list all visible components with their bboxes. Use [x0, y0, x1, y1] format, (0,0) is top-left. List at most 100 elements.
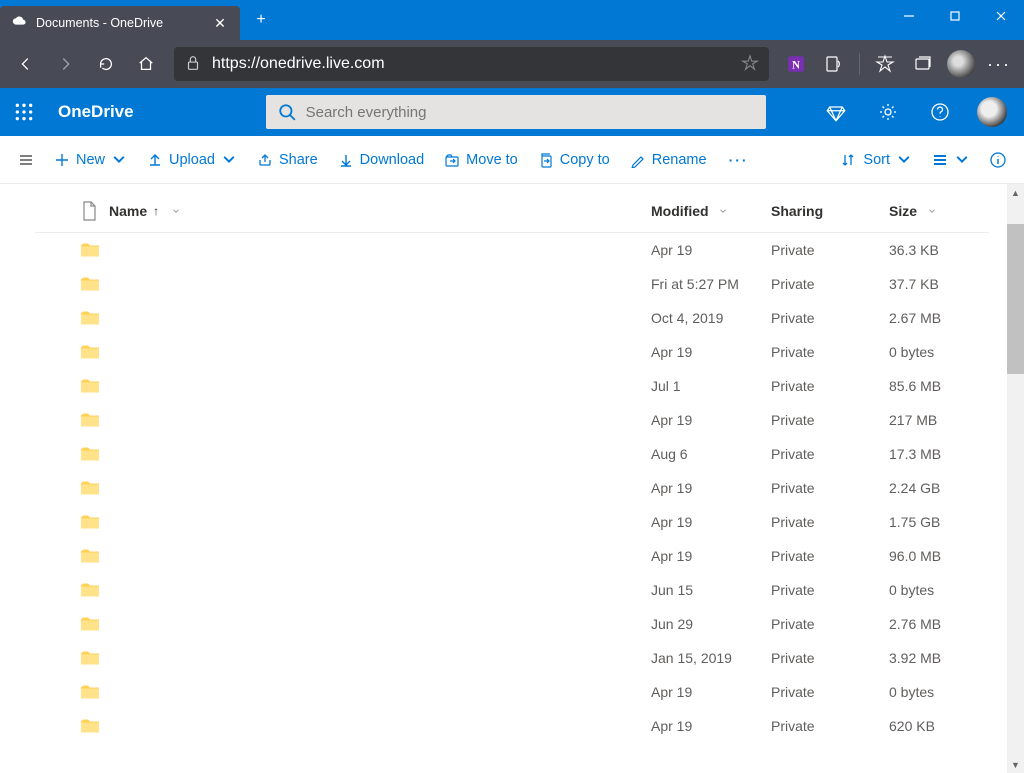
column-header-modified[interactable]: Modified [651, 203, 771, 219]
account-avatar[interactable] [972, 92, 1012, 132]
table-row[interactable]: Apr 19Private1.75 GB [35, 505, 989, 539]
table-row[interactable]: Apr 19Private620 KB [35, 709, 989, 743]
onenote-extension-icon[interactable] [779, 47, 813, 81]
name-header-label: Name [109, 203, 147, 219]
move-to-label: Move to [466, 152, 518, 168]
favorite-star-icon[interactable] [741, 54, 759, 75]
chevron-down-icon[interactable] [171, 206, 181, 216]
share-icon [257, 152, 273, 168]
reading-view-icon[interactable] [817, 47, 851, 81]
column-header-name[interactable]: Name ↑ [109, 203, 651, 219]
window-maximize-button[interactable] [932, 0, 978, 32]
home-button[interactable] [128, 46, 164, 82]
menu-more-icon[interactable]: ··· [982, 47, 1016, 81]
separator [859, 53, 860, 75]
table-row[interactable]: Apr 19Private0 bytes [35, 675, 989, 709]
folder-icon [81, 651, 109, 665]
table-row[interactable]: Oct 4, 2019Private2.67 MB [35, 301, 989, 335]
item-modified: Jun 29 [651, 616, 771, 632]
item-size: 0 bytes [889, 582, 989, 598]
app-launcher-icon[interactable] [12, 100, 36, 124]
onedrive-cloud-icon [12, 15, 28, 31]
search-box[interactable] [266, 95, 766, 129]
sort-button[interactable]: Sort [833, 143, 920, 177]
scroll-down-button[interactable]: ▼ [1007, 756, 1024, 773]
download-button[interactable]: Download [330, 143, 433, 177]
share-button[interactable]: Share [249, 143, 326, 177]
onedrive-header: OneDrive [0, 88, 1024, 136]
table-row[interactable]: Apr 19Private217 MB [35, 403, 989, 437]
settings-gear-icon[interactable] [868, 92, 908, 132]
item-modified: Apr 19 [651, 514, 771, 530]
sort-label: Sort [863, 152, 890, 168]
command-bar: New Upload Share Download Move to Copy t… [0, 136, 1024, 184]
browser-tab[interactable]: Documents - OneDrive ✕ [0, 6, 240, 40]
new-tab-button[interactable]: + [246, 5, 276, 35]
onedrive-brand[interactable]: OneDrive [58, 102, 134, 122]
sharing-header-label: Sharing [771, 203, 823, 219]
table-row[interactable]: Aug 6Private17.3 MB [35, 437, 989, 471]
item-size: 96.0 MB [889, 548, 989, 564]
info-icon [990, 152, 1006, 168]
move-to-button[interactable]: Move to [436, 143, 526, 177]
info-pane-button[interactable] [982, 143, 1014, 177]
folder-icon [81, 447, 109, 461]
premium-icon[interactable] [816, 92, 856, 132]
chevron-down-icon[interactable] [927, 206, 937, 216]
address-field[interactable]: https://onedrive.live.com [174, 47, 769, 81]
folder-icon [81, 413, 109, 427]
search-input[interactable] [306, 104, 754, 121]
browser-titlebar: Documents - OneDrive ✕ + [0, 0, 1024, 40]
scrollbar[interactable]: ▲ ▼ [1007, 184, 1024, 773]
item-size: 1.75 GB [889, 514, 989, 530]
table-row[interactable]: Fri at 5:27 PMPrivate37.7 KB [35, 267, 989, 301]
item-sharing: Private [771, 718, 889, 734]
table-row[interactable]: Apr 19Private0 bytes [35, 335, 989, 369]
upload-button[interactable]: Upload [139, 143, 245, 177]
table-row[interactable]: Jul 1Private85.6 MB [35, 369, 989, 403]
item-size: 2.67 MB [889, 310, 989, 326]
item-modified: Apr 19 [651, 548, 771, 564]
item-sharing: Private [771, 310, 889, 326]
scroll-up-button[interactable]: ▲ [1007, 184, 1024, 201]
move-to-icon [444, 152, 460, 168]
forward-button[interactable] [48, 46, 84, 82]
column-header-sharing[interactable]: Sharing [771, 203, 889, 219]
tab-close-icon[interactable]: ✕ [212, 15, 228, 31]
item-modified: Apr 19 [651, 480, 771, 496]
copy-to-button[interactable]: Copy to [530, 143, 618, 177]
new-button[interactable]: New [46, 143, 135, 177]
folder-icon [81, 311, 109, 325]
table-row[interactable]: Apr 19Private2.24 GB [35, 471, 989, 505]
table-row[interactable]: Jun 15Private0 bytes [35, 573, 989, 607]
table-row[interactable]: Jun 29Private2.76 MB [35, 607, 989, 641]
item-sharing: Private [771, 378, 889, 394]
favorites-icon[interactable] [868, 47, 902, 81]
collections-icon[interactable] [906, 47, 940, 81]
window-close-button[interactable] [978, 0, 1024, 32]
item-sharing: Private [771, 616, 889, 632]
help-icon[interactable] [920, 92, 960, 132]
folder-icon [81, 515, 109, 529]
nav-toggle-button[interactable] [10, 143, 42, 177]
item-modified: Apr 19 [651, 344, 771, 360]
item-size: 85.6 MB [889, 378, 989, 394]
browser-address-bar: https://onedrive.live.com ··· [0, 40, 1024, 88]
column-header-size[interactable]: Size [889, 203, 989, 219]
rename-button[interactable]: Rename [622, 143, 715, 177]
chevron-down-icon[interactable] [718, 206, 728, 216]
table-row[interactable]: Jan 15, 2019Private3.92 MB [35, 641, 989, 675]
back-button[interactable] [8, 46, 44, 82]
profile-avatar[interactable] [944, 47, 978, 81]
window-minimize-button[interactable] [886, 0, 932, 32]
table-row[interactable]: Apr 19Private96.0 MB [35, 539, 989, 573]
view-options-button[interactable] [924, 143, 978, 177]
refresh-button[interactable] [88, 46, 124, 82]
copy-to-icon [538, 152, 554, 168]
table-row[interactable]: Apr 19Private36.3 KB [35, 233, 989, 267]
file-type-icon[interactable] [81, 201, 109, 221]
scrollbar-thumb[interactable] [1007, 224, 1024, 374]
item-size: 37.7 KB [889, 276, 989, 292]
overflow-menu-button[interactable]: ··· [719, 152, 759, 168]
item-size: 2.24 GB [889, 480, 989, 496]
